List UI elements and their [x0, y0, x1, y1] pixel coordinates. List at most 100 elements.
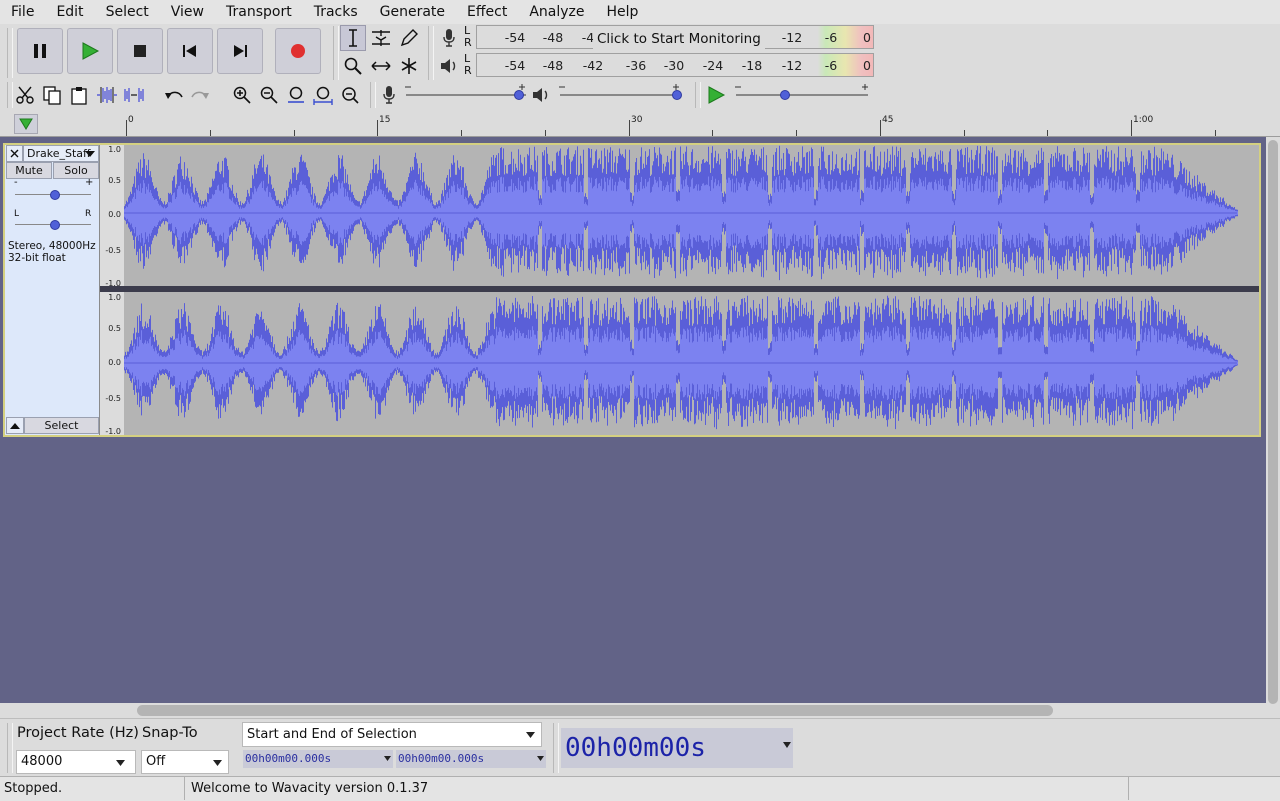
pause-button[interactable]: [17, 28, 63, 74]
pan-slider[interactable]: L R: [13, 209, 93, 233]
zoom-toggle-button[interactable]: [337, 82, 363, 108]
channel-separator[interactable]: [100, 286, 1259, 292]
draw-tool[interactable]: [396, 25, 422, 51]
amplitude-label: 0.0: [108, 358, 121, 367]
menu-effect[interactable]: Effect: [456, 0, 518, 24]
chevron-down-icon: [537, 756, 544, 761]
playback-volume-slider[interactable]: [558, 84, 686, 108]
amplitude-label: 1.0: [108, 293, 121, 302]
vertical-scrollbar-thumb[interactable]: [1268, 140, 1278, 704]
copy-button[interactable]: [39, 82, 65, 108]
playback-speed-slider[interactable]: [734, 84, 874, 108]
selection-end-value: 00h00m00.000s: [398, 752, 485, 765]
snap-to-value: Off: [146, 754, 166, 769]
amplitude-ruler-right: 1.0 0.5 0.0 -0.5 -1.0: [100, 293, 124, 436]
timeline-ruler[interactable]: 0 15 30 45 1:00: [0, 112, 1280, 137]
tools-toolbar-grip[interactable]: [333, 26, 339, 80]
play-scale-label: -12: [781, 58, 803, 73]
menu-select[interactable]: Select: [95, 0, 160, 24]
speaker-icon: [441, 59, 456, 73]
track-format-info: Stereo, 48000Hz 32-bit float: [8, 240, 96, 264]
redo-button[interactable]: [187, 82, 213, 108]
ruler-label: 30: [631, 115, 643, 125]
gain-minus-label: -: [14, 177, 18, 188]
menu-tracks[interactable]: Tracks: [303, 0, 369, 24]
speed-minus-plus: [735, 84, 868, 90]
menu-edit[interactable]: Edit: [45, 0, 94, 24]
undo-button[interactable]: [161, 82, 187, 108]
play-meter-button[interactable]: [436, 53, 462, 79]
paste-button[interactable]: [66, 82, 92, 108]
record-meter-button[interactable]: [436, 25, 462, 51]
zoom-tool[interactable]: [340, 53, 366, 79]
zoom-out-button[interactable]: [256, 82, 282, 108]
multi-tool[interactable]: [396, 53, 422, 79]
time-shift-tool[interactable]: [368, 53, 394, 79]
play-scale-label: -48: [542, 58, 564, 73]
transport-toolbar-grip[interactable]: [7, 28, 13, 78]
selection-mode-select[interactable]: Start and End of Selection: [242, 722, 542, 747]
record-volume-minus-plus: [405, 84, 525, 90]
play-at-speed-button[interactable]: [703, 82, 729, 108]
menu-analyze[interactable]: Analyze: [518, 0, 595, 24]
chevron-down-icon: [213, 760, 222, 766]
menu-view[interactable]: View: [160, 0, 215, 24]
pan-thumb[interactable]: [50, 220, 60, 230]
menu-file[interactable]: File: [0, 0, 45, 24]
record-button[interactable]: [275, 28, 321, 74]
track-control-panel[interactable]: Drake_Staff Mute Solo - + L R Stereo, 48…: [5, 145, 100, 435]
skip-to-start-button[interactable]: [167, 28, 213, 74]
ruler-tick: [461, 130, 462, 136]
gain-slider[interactable]: - +: [13, 177, 93, 203]
audio-position-display[interactable]: 00h00m00s: [561, 728, 793, 768]
trim-audio-button[interactable]: [94, 82, 120, 108]
snap-to-select[interactable]: Off: [141, 750, 229, 774]
time-toolbar-grip[interactable]: [553, 723, 559, 773]
status-bar: Stopped. Welcome to Wavacity version 0.1…: [0, 776, 1280, 801]
record-right-label: R: [464, 36, 472, 49]
selection-tool[interactable]: [340, 25, 366, 51]
menu-help[interactable]: Help: [596, 0, 650, 24]
track-rate-info: Stereo, 48000Hz: [8, 240, 96, 252]
envelope-tool[interactable]: [368, 25, 394, 51]
magnifier-icon: [344, 57, 362, 75]
fit-selection-button[interactable]: [283, 82, 309, 108]
play-button[interactable]: [67, 28, 113, 74]
skip-to-end-button[interactable]: [217, 28, 263, 74]
gain-thumb[interactable]: [50, 190, 60, 200]
record-volume-slider[interactable]: [404, 84, 532, 108]
track-name-menu[interactable]: Drake_Staff: [23, 145, 99, 162]
play-scale-label: -30: [663, 58, 685, 73]
ruler-tick: [1131, 120, 1132, 136]
zoom-in-button[interactable]: [229, 82, 255, 108]
fit-project-button[interactable]: [310, 82, 336, 108]
status-extra: [1129, 777, 1280, 800]
cut-button[interactable]: [12, 82, 38, 108]
silence-audio-button[interactable]: [121, 82, 147, 108]
selection-start-time[interactable]: 00h00m00.000s: [243, 750, 393, 768]
selection-end-time[interactable]: 00h00m00.000s: [396, 750, 546, 768]
ruler-tick: [964, 130, 965, 136]
close-track-button[interactable]: [6, 145, 23, 162]
play-at-speed-grip[interactable]: [695, 82, 701, 108]
play-scale-label: -24: [702, 58, 724, 73]
selection-toolbar-grip[interactable]: [7, 723, 13, 773]
track-name: Drake_Staff: [27, 147, 91, 160]
menu-generate[interactable]: Generate: [369, 0, 456, 24]
horizontal-scrollbar-thumb[interactable]: [137, 705, 1053, 716]
mute-button[interactable]: Mute: [6, 162, 52, 179]
collapse-track-button[interactable]: [6, 417, 24, 434]
i-beam-icon: [349, 29, 357, 47]
record-scale-label: 0: [863, 30, 871, 45]
chevron-down-icon: [526, 732, 535, 738]
meter-toolbar-grip[interactable]: [428, 26, 434, 80]
select-track-button[interactable]: Select: [24, 417, 99, 434]
pan-left-label: L: [14, 209, 20, 219]
record-scale-label: -54: [504, 30, 526, 45]
ruler-tick: [210, 130, 211, 136]
chevron-down-icon: [116, 760, 125, 766]
start-monitoring-prompt[interactable]: Click to Start Monitoring: [593, 29, 765, 49]
project-rate-select[interactable]: 48000: [16, 750, 136, 774]
menu-transport[interactable]: Transport: [215, 0, 303, 24]
stop-button[interactable]: [117, 28, 163, 74]
